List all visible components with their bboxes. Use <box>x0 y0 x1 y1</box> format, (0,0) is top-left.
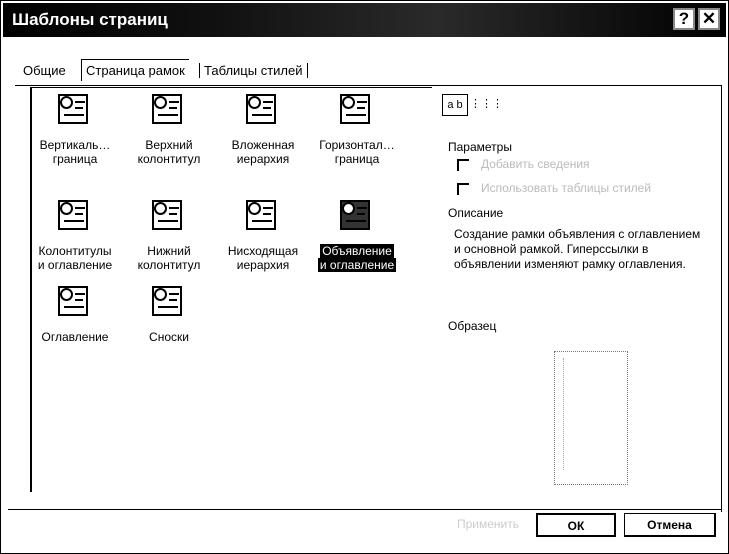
view-mode-buttons: a b ⋮⋮⋮ <box>442 94 503 116</box>
template-item-nested-hierarchy[interactable]: Вложенная иерархия <box>220 92 306 182</box>
add-info-checkbox[interactable]: Добавить сведения <box>457 157 590 171</box>
template-page-icon <box>340 198 372 232</box>
title-bar[interactable]: Шаблоны страниц ? ✕ <box>3 3 726 37</box>
template-item-footer[interactable]: Нижний колонтитул <box>126 198 212 288</box>
large-icons-view-button[interactable]: a b <box>442 94 468 116</box>
large-icons-icon: a b <box>447 99 463 111</box>
template-label: Нисходящая иерархия <box>227 244 299 272</box>
close-button[interactable]: ✕ <box>698 8 720 30</box>
description-heading: Описание <box>448 206 504 220</box>
template-label: Вертикаль… граница <box>39 138 111 166</box>
window-title: Шаблоны страниц <box>12 10 168 29</box>
template-item-headers-and-contents[interactable]: Колонтитулы и оглавление <box>32 198 118 288</box>
template-label: Оглавление <box>41 330 109 344</box>
template-label: Горизонтал… граница <box>319 138 395 166</box>
footer-divider <box>8 509 722 510</box>
close-icon: ✕ <box>701 9 717 28</box>
template-label: Вложенная иерархия <box>231 138 295 166</box>
checkbox-label: Добавить сведения <box>481 157 590 171</box>
template-page-icon <box>152 198 184 232</box>
template-page-icon <box>152 92 184 126</box>
checkbox-box <box>457 182 469 195</box>
template-page-icon <box>340 92 372 126</box>
description-text: Создание рамки объявления с оглавлением … <box>454 227 701 271</box>
template-page-icon <box>58 284 90 318</box>
template-item-top-down-hierarchy[interactable]: Нисходящая иерархия <box>220 198 306 288</box>
sample-preview <box>554 351 628 485</box>
help-button[interactable]: ? <box>673 8 695 30</box>
help-icon: ? <box>678 9 690 28</box>
tab-style-sheets[interactable]: Таблицы стилей <box>199 63 308 78</box>
template-label: Верхний колонтитул <box>137 138 201 166</box>
template-label: Нижний колонтитул <box>137 244 201 272</box>
template-label: Объявление и оглавление <box>317 244 397 272</box>
template-label: Колонтитулы и оглавление <box>37 244 113 272</box>
template-page-icon <box>152 284 184 318</box>
template-page-icon <box>246 92 278 126</box>
template-item-contents[interactable]: Оглавление <box>32 284 118 374</box>
tab-general[interactable]: Общие <box>23 63 66 78</box>
template-page-icon <box>58 92 90 126</box>
use-style-sheets-checkbox[interactable]: Использовать таблицы стилей <box>457 181 651 195</box>
list-icon: ⋮⋮⋮ <box>470 98 503 110</box>
template-item-vertical-border[interactable]: Вертикаль… граница <box>32 92 118 182</box>
checkbox-box <box>457 158 469 171</box>
template-label: Сноски <box>149 330 189 344</box>
apply-button[interactable]: Применить <box>445 513 531 537</box>
parameters-heading: Параметры <box>448 140 512 154</box>
checkbox-label: Использовать таблицы стилей <box>481 181 652 195</box>
ok-button[interactable]: ОК <box>536 513 616 537</box>
list-view-button[interactable]: ⋮⋮⋮ <box>470 94 503 116</box>
template-item-footnotes[interactable]: Сноски <box>126 284 212 374</box>
templates-list[interactable]: Вертикаль… граница Верхний колонтитул Влож… <box>30 87 432 492</box>
template-item-header[interactable]: Верхний колонтитул <box>126 92 212 182</box>
template-item-banner-and-contents[interactable]: Объявление и оглавление <box>314 198 400 288</box>
template-page-icon <box>246 198 278 232</box>
template-page-icon <box>58 198 90 232</box>
sample-heading: Образец <box>448 319 497 333</box>
template-item-horizontal-border[interactable]: Горизонтал… граница <box>314 92 400 182</box>
tab-frames-pages[interactable]: Страница рамок <box>81 59 189 81</box>
cancel-button[interactable]: Отмена <box>624 513 716 537</box>
page-templates-dialog: Шаблоны страниц ? ✕ Общие Страница рамок… <box>0 0 729 554</box>
